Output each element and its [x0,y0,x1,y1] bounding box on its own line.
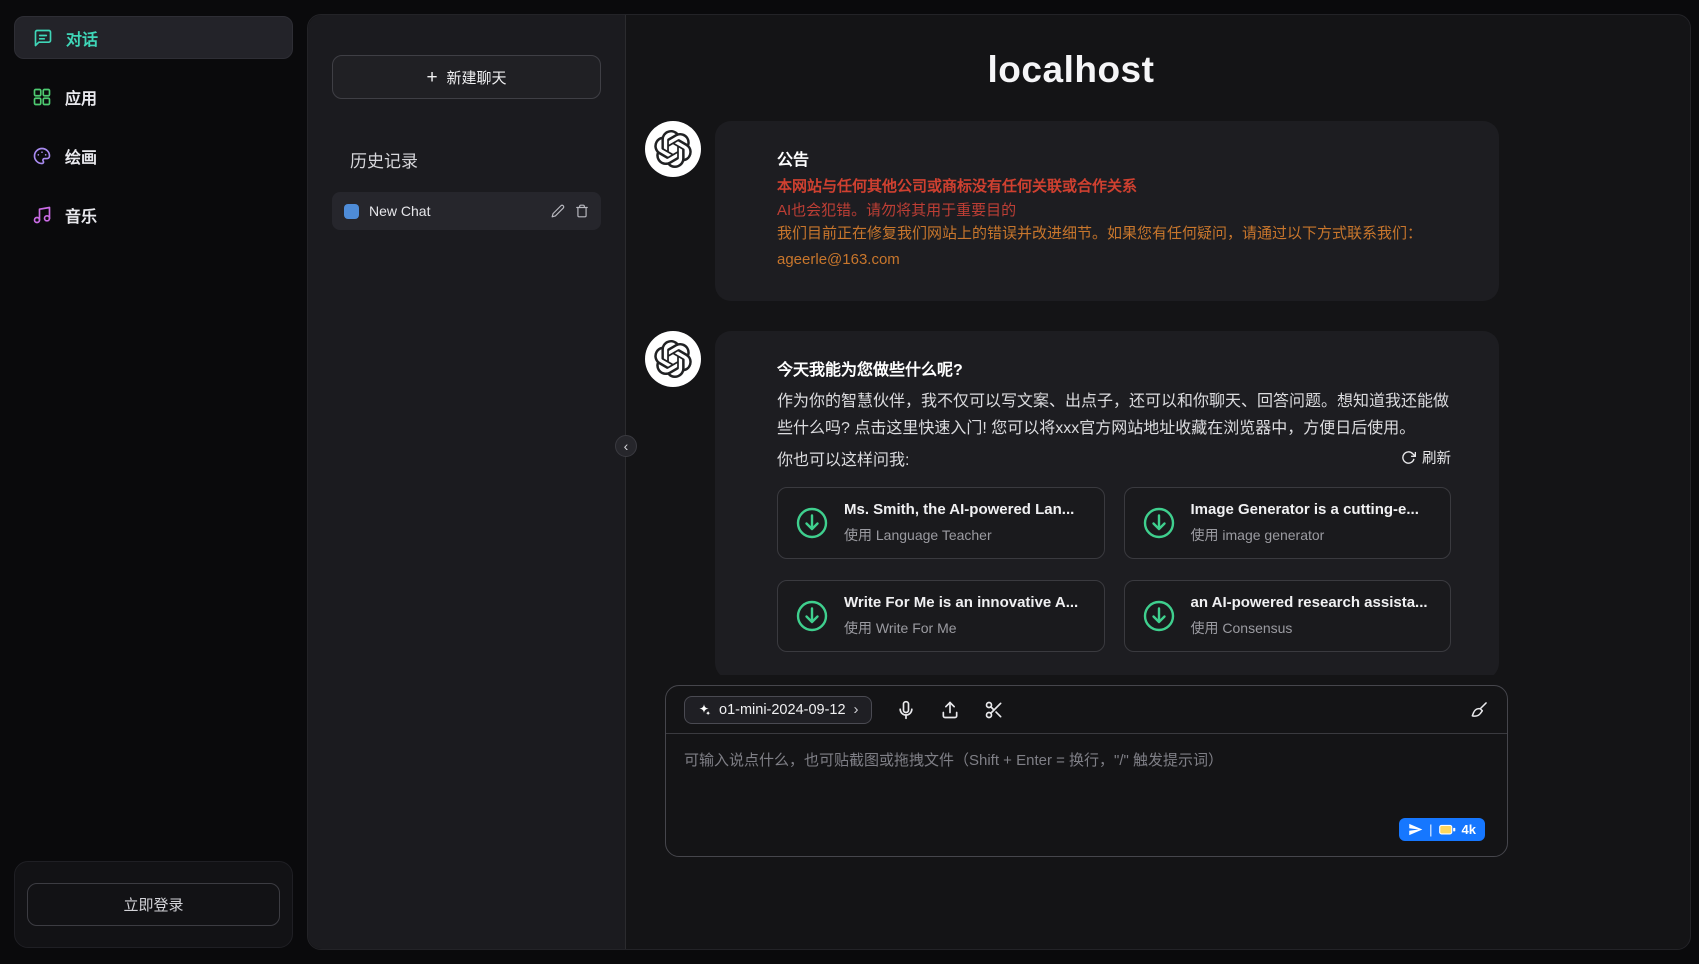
message-announcement: 公告 本网站与任何其他公司或商标没有任何关联或合作关系 AI也会犯错。请勿将其用… [645,121,1690,301]
sidebar-item-label: 应用 [65,85,97,109]
delete-icon[interactable] [575,204,589,218]
message-card: 公告 本网站与任何其他公司或商标没有任何关联或合作关系 AI也会犯错。请勿将其用… [715,121,1499,301]
history-title: 历史记录 [350,147,601,172]
login-button[interactable]: 立即登录 [27,883,280,926]
battery-icon [1439,824,1456,836]
refresh-label: 刷新 [1422,447,1451,468]
announcement-heading: 公告 [777,146,1451,170]
mic-button[interactable] [896,700,916,720]
composer-toolbar: o1-mini-2024-09-12 › [666,686,1507,734]
bot-avatar [645,331,701,387]
suggestion-card[interactable]: Image Generator is a cutting-e... 使用 ima… [1124,487,1452,559]
apps-icon [32,87,52,107]
page-title: localhost [626,49,1516,95]
sidebar-item-label: 对话 [66,26,98,50]
suggestion-icon [1141,598,1177,634]
suggestion-card[interactable]: an AI-powered research assista... 使用 Con… [1124,580,1452,652]
new-chat-button[interactable]: + 新建聊天 [332,55,601,99]
app-window: + 新建聊天 历史记录 New Chat ‹ localhost [307,14,1691,950]
sidebar-item-apps[interactable]: 应用 [14,75,293,118]
chevron-right-icon: › [854,702,859,717]
openai-logo [654,340,692,378]
announcement-disclaimer: 本网站与任何其他公司或商标没有任何关联或合作关系 [777,177,1451,198]
sidebar-item-label: 绘画 [65,144,97,168]
new-chat-label: 新建聊天 [447,67,507,88]
suggestion-subtitle: 使用 Write For Me [844,618,1078,638]
suggestion-subtitle: 使用 Consensus [1191,618,1428,638]
chat-icon [33,28,53,48]
suggestion-title: Image Generator is a cutting-e... [1191,501,1419,518]
app-sidebar: 对话 应用 绘画 音乐 立即登录 [0,0,307,964]
bot-avatar [645,121,701,177]
sidebar-item-music[interactable]: 音乐 [14,193,293,236]
suggestion-title: Write For Me is an innovative A... [844,594,1078,611]
model-selector[interactable]: o1-mini-2024-09-12 › [684,696,872,724]
broom-clear-button[interactable] [1469,700,1489,720]
token-count: 4k [1462,822,1476,837]
hint-row: 你也可以这样问我: 刷新 [777,446,1451,470]
suggestion-title: an AI-powered research assista... [1191,594,1428,611]
upload-button[interactable] [940,700,960,720]
message-input[interactable] [666,734,1507,852]
collapse-sidebar-button[interactable]: ‹ [615,435,637,457]
chat-item-title: New Chat [369,203,541,219]
suggestion-icon [1141,505,1177,541]
ask-hint: 你也可以这样问我: [777,446,909,470]
chat-item-icon [344,204,359,219]
badge-divider: | [1429,822,1432,837]
sidebar-item-chat[interactable]: 对话 [14,16,293,59]
model-label: o1-mini-2024-09-12 [719,702,846,718]
history-pane: + 新建聊天 历史记录 New Chat [308,15,626,949]
suggestion-subtitle: 使用 Language Teacher [844,525,1074,545]
contact-email-link[interactable]: ageerle@163.com [777,250,900,271]
send-icon [1408,822,1423,837]
suggestion-icon [794,505,830,541]
chat-main: localhost 公告 本网站与任何其他公司或商标没有任何关联或合作关系 AI… [626,15,1690,949]
message-card: 今天我能为您做些什么呢? 作为你的智慧伙伴，我不仅可以写文案、出点子，还可以和你… [715,331,1499,675]
sidebar-item-label: 音乐 [65,203,97,227]
suggestion-icon [794,598,830,634]
scissors-button[interactable] [984,700,1004,720]
suggestion-title: Ms. Smith, the AI-powered Lan... [844,501,1074,518]
login-panel: 立即登录 [14,861,293,948]
suggestion-card[interactable]: Ms. Smith, the AI-powered Lan... 使用 Lang… [777,487,1105,559]
suggestion-card[interactable]: Write For Me is an innovative A... 使用 Wr… [777,580,1105,652]
model-sparkle-icon [697,703,711,717]
plus-icon: + [426,68,437,87]
announcement-notice: 我们目前正在修复我们网站上的错误并改进细节。如果您有任何疑问，请通过以下方式联系… [777,224,1451,245]
refresh-icon [1401,450,1416,465]
openai-logo [654,130,692,168]
chat-list-item[interactable]: New Chat [332,192,601,230]
send-button[interactable]: | 4k [1399,818,1485,841]
refresh-button[interactable]: 刷新 [1401,447,1451,468]
suggestion-grid: Ms. Smith, the AI-powered Lan... 使用 Lang… [777,487,1451,652]
message-welcome: 今天我能为您做些什么呢? 作为你的智慧伙伴，我不仅可以写文案、出点子，还可以和你… [645,331,1690,675]
palette-icon [32,146,52,166]
welcome-body: 作为你的智慧伙伴，我不仅可以写文案、出点子，还可以和你聊天、回答问题。想知道我还… [777,389,1451,443]
composer: o1-mini-2024-09-12 › [665,685,1508,857]
message-list: 公告 本网站与任何其他公司或商标没有任何关联或合作关系 AI也会犯错。请勿将其用… [626,95,1690,675]
edit-icon[interactable] [551,204,565,218]
suggestion-subtitle: 使用 image generator [1191,525,1419,545]
sidebar-item-drawing[interactable]: 绘画 [14,134,293,177]
welcome-heading: 今天我能为您做些什么呢? [777,356,1451,380]
announcement-warning: AI也会犯错。请勿将其用于重要目的 [777,201,1451,222]
music-icon [32,205,52,225]
